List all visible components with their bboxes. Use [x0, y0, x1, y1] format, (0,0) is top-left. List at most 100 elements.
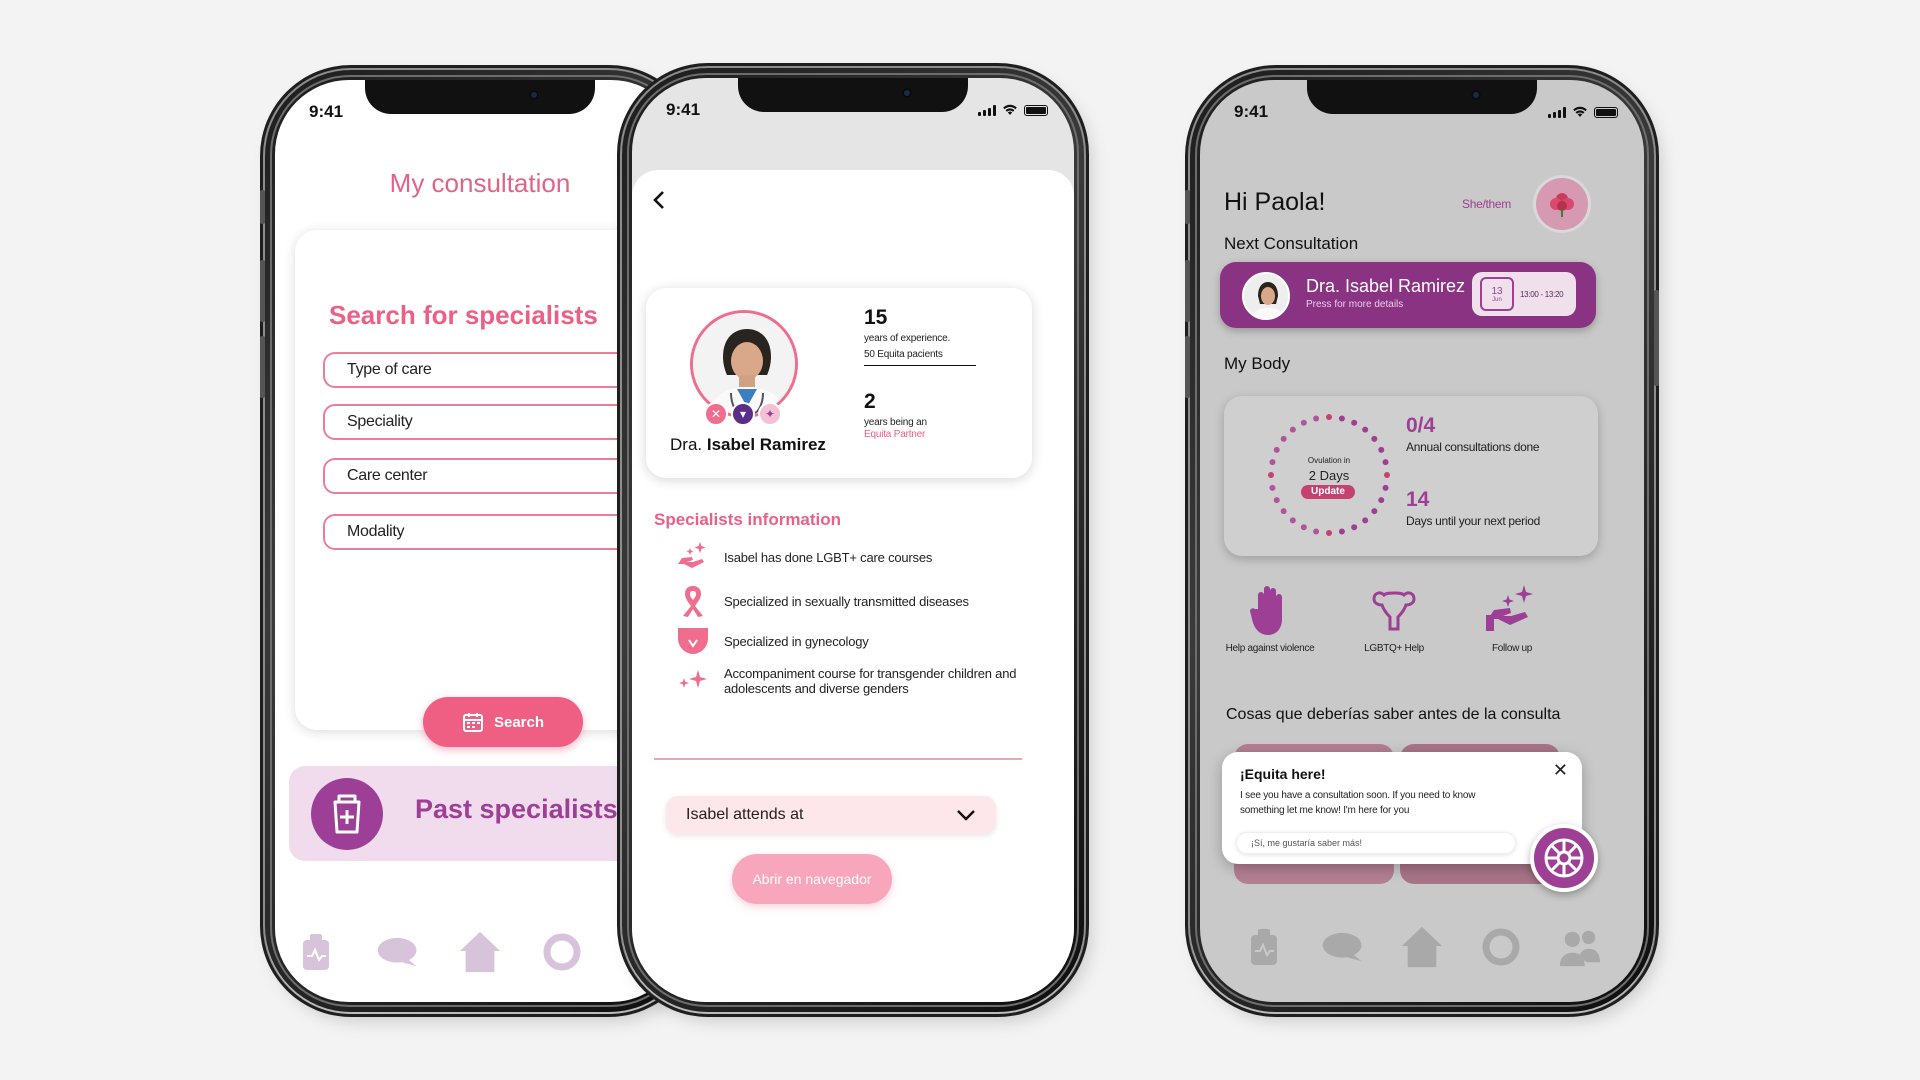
experience-number: 15 [864, 306, 888, 329]
follow-up-action[interactable]: Follow up [1462, 580, 1562, 655]
next-time: 13:00 - 13:20 [1520, 289, 1564, 299]
ribbon-icon [676, 584, 710, 618]
info-text: Accompaniment course for transgender chi… [724, 666, 1017, 696]
attends-at-label: Isabel attends at [686, 806, 804, 823]
cycle-day-dot [1280, 508, 1287, 515]
notch [1307, 80, 1537, 114]
medical-bag-icon[interactable] [1242, 925, 1286, 969]
lgbtq-help-action[interactable]: LGBTQ+ Help [1344, 580, 1444, 655]
silent-switch [1185, 190, 1190, 224]
info-text: Specialized in sexually transmitted dise… [724, 593, 969, 609]
chatbot-icon[interactable] [1530, 824, 1598, 892]
doctor-bag-icon [311, 778, 383, 850]
period-days-number: 14 [1406, 488, 1430, 511]
circle-icon[interactable] [1479, 925, 1523, 969]
experience-label: years of experience. [864, 333, 951, 344]
cycle-day-dot [1378, 446, 1385, 453]
next-consultation-label: Next Consultation [1224, 234, 1359, 253]
specialist-screen: 9:41 ✕ ▾ ✦ Dra. Isabel Ramirez 15 years … [632, 78, 1074, 1002]
cycle-day-dot [1362, 426, 1369, 433]
cycle-day-dot [1269, 484, 1276, 491]
uterus-icon [1344, 580, 1444, 638]
chat-title: ¡Equita here! [1240, 766, 1326, 782]
chat-icon[interactable] [1321, 925, 1365, 969]
battery-icon [1594, 106, 1618, 118]
consultations-number: 0/4 [1406, 414, 1436, 437]
greeting: Hi Paola! [1224, 188, 1326, 216]
medical-bag-icon[interactable] [294, 930, 338, 974]
next-doctor-name: Dra. Isabel Ramirez [1306, 276, 1466, 296]
consultations-label: Annual consultations done [1406, 440, 1540, 454]
status-icons [1548, 106, 1618, 118]
cycle-day-dot [1378, 497, 1385, 504]
signal-icon [978, 104, 996, 116]
open-browser-button[interactable]: Abrir en navegador [732, 854, 892, 904]
user-avatar[interactable] [1536, 178, 1588, 230]
patients-label: 50 Equita pacients [864, 348, 976, 366]
wifi-icon [1573, 106, 1587, 117]
next-date-badge: 13 Jun 13:00 - 13:20 [1472, 272, 1576, 316]
search-button[interactable]: Search [423, 697, 583, 747]
cycle-day-dot [1338, 528, 1345, 535]
circle-icon[interactable] [540, 930, 584, 974]
period-days-label: Days until your next period [1406, 514, 1540, 528]
action-label: Help against violence [1225, 643, 1315, 654]
back-arrow-icon[interactable] [648, 188, 672, 212]
notch [365, 80, 595, 114]
ribbon-badge-icon: ✕ [704, 402, 728, 426]
info-text: Isabel has done LGBT+ care courses [724, 549, 933, 565]
cycle-day-dot [1371, 435, 1378, 442]
volume-up-button [260, 260, 265, 322]
search-button-label: Search [493, 713, 545, 731]
specialists-info-title: Specialists information [654, 510, 842, 529]
my-body-label: My Body [1224, 354, 1291, 373]
care-hand-icon [676, 540, 710, 574]
profile-card: ✕ ▾ ✦ Dra. Isabel Ramirez 15 years of ex… [646, 288, 1032, 478]
close-icon[interactable]: ✕ [1553, 760, 1568, 781]
sparkle-icon [676, 664, 710, 698]
cycle-day-dot [1371, 508, 1378, 515]
chat-message: I see you have a consultation soon. If y… [1240, 790, 1476, 816]
volume-down-button [260, 336, 265, 398]
next-consultation-card[interactable]: Dra. Isabel Ramirez Press for more detai… [1220, 262, 1596, 328]
name-main: Isabel Ramirez [706, 435, 826, 454]
cycle-day-dot [1313, 415, 1320, 422]
update-button[interactable]: Update [1301, 485, 1355, 499]
chat-reply-input[interactable]: ¡Sí, me gustaría saber más! [1236, 832, 1516, 854]
wifi-icon [1003, 104, 1017, 115]
doctor-name: Dra. Isabel Ramirez [670, 435, 826, 455]
home-icon[interactable] [1400, 925, 1444, 969]
battery-icon [1024, 104, 1048, 116]
home-icon[interactable] [458, 930, 502, 974]
hand-stop-icon [1220, 580, 1320, 638]
attends-at-dropdown[interactable]: Isabel attends at [666, 796, 996, 834]
status-time: 9:41 [1234, 102, 1269, 121]
phone-specialist: 9:41 ✕ ▾ ✦ Dra. Isabel Ramirez 15 years … [622, 68, 1084, 1012]
uterus-underwear-icon [676, 624, 710, 658]
status-icons [978, 104, 1048, 116]
partner-label: Equita Partner [864, 429, 926, 440]
chat-icon[interactable] [376, 930, 420, 974]
volume-up-button [1185, 260, 1190, 322]
cycle-day-dot [1382, 484, 1389, 491]
info-item: Isabel has done LGBT+ care courses [676, 540, 1036, 574]
silent-switch [260, 190, 265, 224]
search-heading: Search for specialists [329, 300, 598, 330]
status-time: 9:41 [309, 102, 344, 121]
my-body-card: Ovulation in 2 Days Update 0/4 Annual co… [1224, 396, 1598, 556]
care-hand-icon [1462, 580, 1562, 638]
next-month: Jun [1492, 297, 1502, 303]
cycle-day-dot [1289, 426, 1296, 433]
notch [738, 78, 968, 112]
help-violence-action[interactable]: Help against violence [1220, 580, 1320, 655]
cycle-day-dot [1313, 528, 1320, 535]
action-label: LGBTQ+ Help [1364, 643, 1424, 654]
cycle-day-dot [1289, 517, 1296, 524]
phone-home: 9:41 Hi Paola! She/them Next Consultatio… [1185, 70, 1659, 1012]
info-text: Specialized in gynecology [724, 633, 869, 649]
doctors-icon[interactable] [1558, 925, 1602, 969]
know-before-title: Cosas que deberías saber antes de la con… [1226, 706, 1561, 723]
cycle-day-dot [1326, 530, 1332, 536]
cycle-day-dot [1273, 497, 1280, 504]
info-item: Specialized in sexually transmitted dise… [676, 584, 1036, 618]
